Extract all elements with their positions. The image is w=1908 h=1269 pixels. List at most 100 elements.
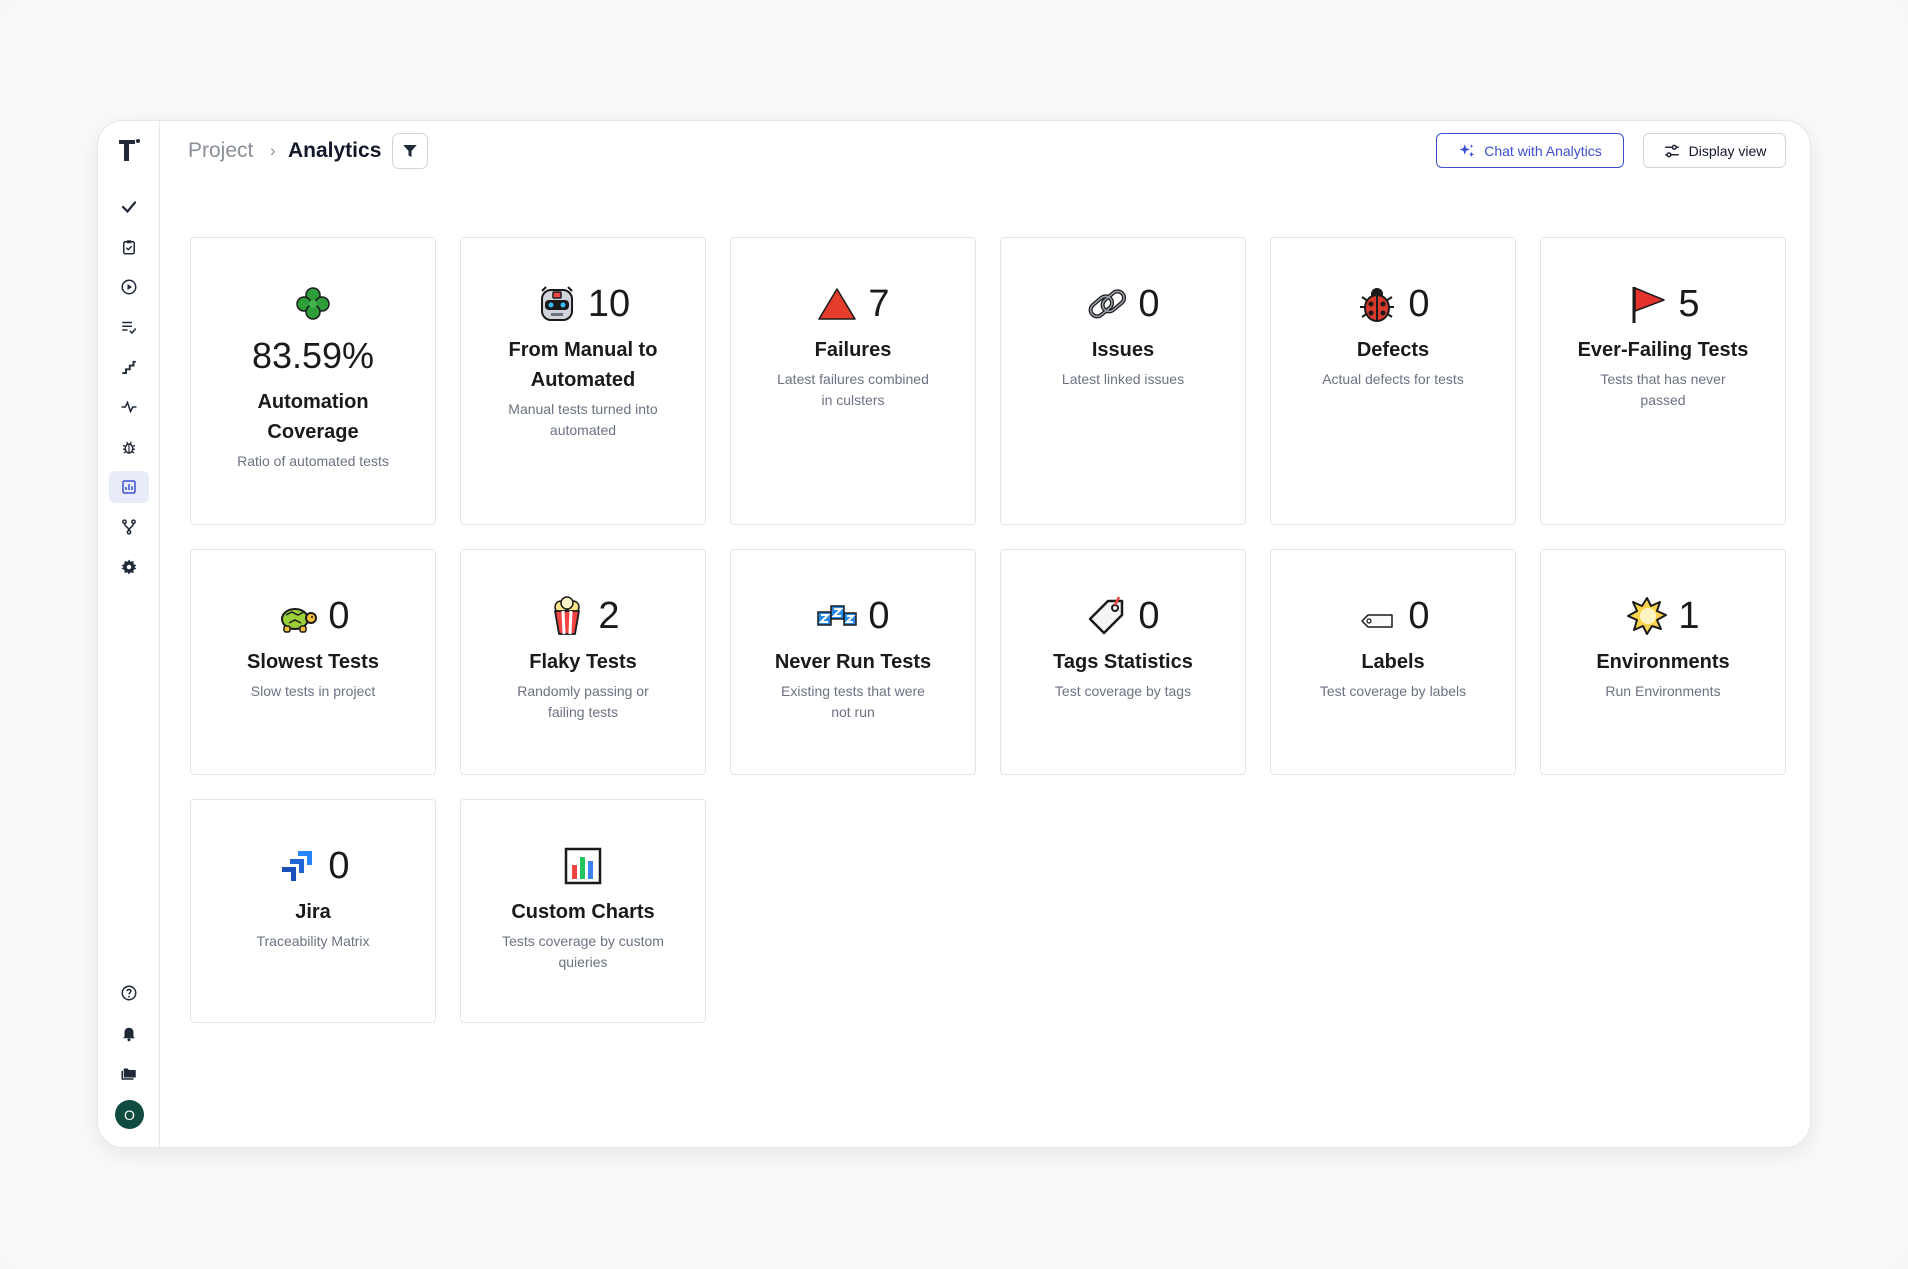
card-value: 0 bbox=[1138, 595, 1160, 637]
help-button[interactable] bbox=[109, 977, 149, 1009]
card-defects[interactable]: 0 Defects Actual defects for tests bbox=[1270, 237, 1516, 525]
display-view-label: Display view bbox=[1688, 142, 1767, 159]
card-title: Slowest Tests bbox=[247, 651, 379, 673]
card-title: Environments bbox=[1596, 651, 1730, 673]
clipboard-check-icon bbox=[123, 240, 135, 255]
card-title: Tags Statistics bbox=[1053, 651, 1193, 673]
ladybug-icon bbox=[1356, 283, 1398, 325]
app-logo-icon[interactable] bbox=[113, 135, 145, 165]
card-head: 0 bbox=[1001, 283, 1245, 325]
notifications-button[interactable] bbox=[109, 1017, 149, 1049]
sidebar-item-branches[interactable] bbox=[109, 511, 149, 543]
card-description: Traceability Matrix bbox=[256, 933, 370, 949]
card-title: Ever-Failing Tests bbox=[1577, 339, 1749, 361]
page-background: O Project › Analytics Chat with Analytic… bbox=[0, 0, 1908, 1269]
card-title: Defects bbox=[1356, 339, 1430, 361]
burst-icon bbox=[1626, 595, 1668, 637]
card-value: 0 bbox=[1138, 283, 1160, 325]
list-check-icon bbox=[122, 321, 137, 335]
card-description: Run Environments bbox=[1605, 683, 1721, 699]
card-head: 2 bbox=[461, 595, 705, 637]
gear-icon bbox=[121, 559, 137, 575]
branch-icon bbox=[122, 519, 136, 535]
projects-button[interactable] bbox=[109, 1057, 149, 1089]
card-custom-charts[interactable]: Custom Charts Tests coverage by custom q… bbox=[460, 799, 706, 1023]
card-tags-statistics[interactable]: 0 Tags Statistics Test coverage by tags bbox=[1000, 549, 1246, 775]
zzz-icon bbox=[816, 595, 858, 637]
card-value: 7 bbox=[868, 283, 890, 325]
card-value: 83.59% bbox=[251, 335, 375, 376]
card-head: 10 bbox=[461, 283, 705, 325]
filter-icon bbox=[403, 145, 417, 157]
card-head: 1 bbox=[1541, 595, 1785, 637]
page-title: Analytics bbox=[288, 139, 382, 162]
card-description: Randomly passing or failing tests bbox=[517, 683, 649, 720]
sidebar-item-tests[interactable] bbox=[109, 191, 149, 223]
card-value: 2 bbox=[598, 595, 620, 637]
card-head bbox=[191, 283, 435, 325]
sidebar-item-pulse[interactable] bbox=[109, 391, 149, 423]
sidebar-item-plans[interactable] bbox=[109, 231, 149, 263]
card-jira[interactable]: 0 Jira Traceability Matrix bbox=[190, 799, 436, 1023]
red-flag-icon bbox=[1626, 283, 1668, 325]
card-labels[interactable]: 0 Labels Test coverage by labels bbox=[1270, 549, 1516, 775]
play-circle-icon bbox=[121, 279, 137, 295]
clover-icon bbox=[292, 283, 334, 325]
sidebar: O bbox=[98, 121, 160, 1147]
card-never-run-tests[interactable]: 0 Never Run Tests Existing tests that we… bbox=[730, 549, 976, 775]
display-view-button[interactable]: Display view bbox=[1643, 133, 1786, 168]
sidebar-item-steps[interactable] bbox=[109, 351, 149, 383]
card-head: 0 bbox=[731, 595, 975, 637]
sparkle-icon bbox=[1459, 143, 1475, 157]
card-failures[interactable]: 7 Failures Latest failures combined in c… bbox=[730, 237, 976, 525]
link-icon bbox=[1086, 283, 1128, 325]
tag-icon bbox=[1086, 595, 1128, 637]
card-head: 0 bbox=[1001, 595, 1245, 637]
card-head: 0 bbox=[191, 845, 435, 887]
bar-chart-icon bbox=[562, 845, 604, 887]
card-value: 0 bbox=[1408, 283, 1430, 325]
card-title: Flaky Tests bbox=[529, 651, 637, 673]
card-title: Custom Charts bbox=[511, 901, 655, 923]
analytics-icon bbox=[122, 480, 136, 494]
sliders-icon bbox=[1664, 144, 1679, 157]
app-window: O Project › Analytics Chat with Analytic… bbox=[97, 120, 1811, 1148]
card-value: 10 bbox=[587, 283, 631, 325]
chat-with-analytics-button[interactable]: Chat with Analytics bbox=[1436, 133, 1624, 168]
card-issues[interactable]: 0 Issues Latest linked issues bbox=[1000, 237, 1246, 525]
card-value: 0 bbox=[328, 845, 350, 887]
card-environments[interactable]: 1 Environments Run Environments bbox=[1540, 549, 1786, 775]
card-manual-to-automated[interactable]: 10 From Manual to Automated Manual tests… bbox=[460, 237, 706, 525]
card-description: Latest failures combined in culsters bbox=[777, 371, 929, 408]
card-description: Slow tests in project bbox=[250, 683, 376, 699]
card-slowest-tests[interactable]: 0 Slowest Tests Slow tests in project bbox=[190, 549, 436, 775]
card-description: Tests that has never passed bbox=[1600, 371, 1726, 408]
card-ever-failing[interactable]: 5 Ever-Failing Tests Tests that has neve… bbox=[1540, 237, 1786, 525]
card-title: Never Run Tests bbox=[774, 651, 932, 673]
card-description: Test coverage by tags bbox=[1054, 683, 1192, 699]
sidebar-item-checklists[interactable] bbox=[109, 311, 149, 343]
steps-icon bbox=[122, 360, 136, 374]
card-flaky-tests[interactable]: 2 Flaky Tests Randomly passing or failin… bbox=[460, 549, 706, 775]
card-head: 5 bbox=[1541, 283, 1785, 325]
card-title: Jira bbox=[295, 901, 331, 923]
sidebar-item-analytics[interactable] bbox=[109, 471, 149, 503]
pulse-icon bbox=[121, 400, 137, 414]
bug-icon bbox=[122, 441, 136, 454]
card-value: 0 bbox=[868, 595, 890, 637]
chat-with-analytics-label: Chat with Analytics bbox=[1484, 142, 1602, 159]
card-title: Issues bbox=[1091, 339, 1155, 361]
card-description: Actual defects for tests bbox=[1322, 371, 1464, 387]
sidebar-item-settings[interactable] bbox=[109, 551, 149, 583]
card-title: Failures bbox=[814, 339, 892, 361]
filter-button[interactable] bbox=[392, 133, 428, 169]
sidebar-item-runs[interactable] bbox=[109, 271, 149, 303]
breadcrumb-project[interactable]: Project bbox=[188, 139, 253, 163]
user-avatar[interactable]: O bbox=[115, 1100, 144, 1129]
card-title: From Manual to Automated bbox=[508, 339, 658, 391]
robot-icon bbox=[536, 283, 578, 325]
card-automation-coverage[interactable]: 83.59% Automation Coverage Ratio of auto… bbox=[190, 237, 436, 525]
folders-icon bbox=[121, 1068, 136, 1080]
sidebar-item-bugs[interactable] bbox=[109, 431, 149, 463]
card-description: Tests coverage by custom quieries bbox=[502, 933, 664, 970]
